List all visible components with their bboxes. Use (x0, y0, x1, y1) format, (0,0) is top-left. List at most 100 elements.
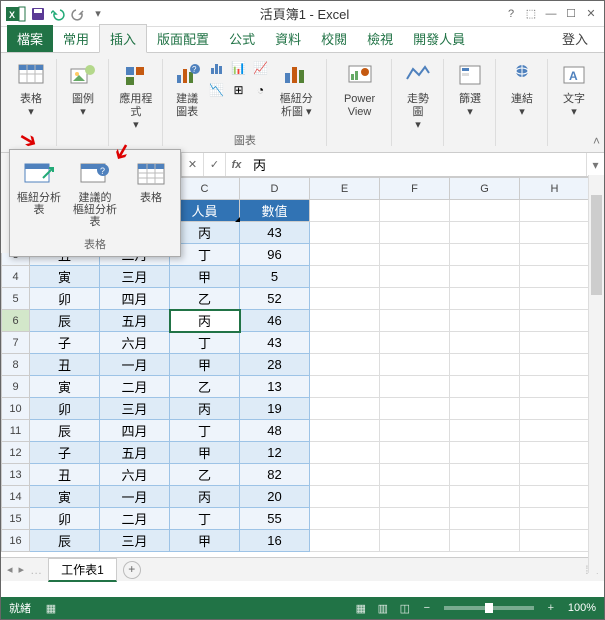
page-layout-view-icon[interactable]: ▥ (373, 600, 393, 616)
cell[interactable] (450, 244, 520, 266)
tab-view[interactable]: 檢視 (357, 25, 403, 52)
cell[interactable]: 46 (240, 310, 310, 332)
cell[interactable]: 丁 (170, 420, 240, 442)
tab-developer[interactable]: 開發人員 (403, 25, 475, 52)
row-header[interactable]: 16 (2, 530, 30, 552)
cell[interactable]: 卯 (30, 288, 100, 310)
cell[interactable]: 辰 (30, 310, 100, 332)
cell[interactable] (520, 222, 590, 244)
cell[interactable] (520, 530, 590, 552)
cell[interactable]: 甲 (170, 266, 240, 288)
cell[interactable] (380, 288, 450, 310)
cell[interactable] (450, 420, 520, 442)
cell[interactable] (520, 244, 590, 266)
links-button[interactable]: 連結▾ (502, 57, 542, 121)
cell[interactable] (310, 530, 380, 552)
minimize-icon[interactable]: — (542, 5, 560, 23)
active-cell[interactable]: 丙 (170, 310, 240, 332)
cell[interactable]: 55 (240, 508, 310, 530)
qat-customize-icon[interactable]: ▾ (89, 5, 107, 23)
formula-input[interactable]: 丙 (247, 155, 586, 174)
chart-small-3-icon[interactable]: 📈 (251, 58, 271, 78)
pivot-chart-button[interactable]: 樞紐分析圖 ▾ (272, 57, 322, 121)
cell[interactable] (310, 332, 380, 354)
cell[interactable]: 四月 (100, 288, 170, 310)
tab-pagelayout[interactable]: 版面配置 (147, 25, 219, 52)
tab-review[interactable]: 校閱 (311, 25, 357, 52)
cell[interactable] (520, 266, 590, 288)
cell[interactable] (450, 508, 520, 530)
accept-formula-button[interactable]: ✓ (203, 153, 225, 176)
cell[interactable]: 三月 (100, 530, 170, 552)
cell[interactable]: 5 (240, 266, 310, 288)
cell[interactable] (310, 288, 380, 310)
close-icon[interactable]: ✕ (582, 5, 600, 23)
cell[interactable]: 乙 (170, 464, 240, 486)
cell[interactable]: 六月 (100, 464, 170, 486)
cell[interactable] (450, 266, 520, 288)
cell[interactable] (450, 398, 520, 420)
row-header[interactable]: 7 (2, 332, 30, 354)
cell[interactable] (380, 354, 450, 376)
cell[interactable] (310, 266, 380, 288)
cell[interactable]: 甲 (170, 354, 240, 376)
collapse-ribbon-icon[interactable]: ˄ (593, 134, 600, 148)
apps-button[interactable]: 應用程式▾ (115, 57, 157, 134)
cell[interactable] (450, 354, 520, 376)
recommended-charts-button[interactable]: ? 建議圖表 (169, 57, 206, 121)
cell[interactable] (380, 266, 450, 288)
recommended-pivot-button[interactable]: ? 建議的樞紐分析表 (69, 154, 121, 230)
cell[interactable] (310, 354, 380, 376)
cell[interactable] (450, 486, 520, 508)
cell[interactable]: 甲 (170, 530, 240, 552)
cell[interactable]: 丑 (30, 464, 100, 486)
cell[interactable] (380, 310, 450, 332)
pivot-table-button[interactable]: 樞紐分析表 (13, 154, 65, 230)
cell[interactable]: 卯 (30, 508, 100, 530)
cell[interactable]: 16 (240, 530, 310, 552)
ribbon-options-icon[interactable]: ⬚ (522, 5, 540, 23)
cell[interactable] (450, 442, 520, 464)
cell[interactable]: 寅 (30, 376, 100, 398)
expand-formula-icon[interactable]: ▾ (586, 153, 604, 176)
macro-record-icon[interactable]: ▦ (41, 600, 61, 616)
zoom-level[interactable]: 100% (568, 602, 596, 614)
cell[interactable] (310, 398, 380, 420)
cell[interactable] (450, 288, 520, 310)
row-header[interactable]: 9 (2, 376, 30, 398)
cell[interactable] (520, 376, 590, 398)
redo-icon[interactable] (69, 5, 87, 23)
tab-file[interactable]: 檔案 (7, 25, 53, 52)
chart-small-5-icon[interactable]: ⊞ (229, 80, 249, 100)
row-header[interactable]: 13 (2, 464, 30, 486)
maximize-icon[interactable]: ☐ (562, 5, 580, 23)
help-icon[interactable]: ? (502, 5, 520, 23)
cell[interactable] (380, 530, 450, 552)
cell[interactable]: 12 (240, 442, 310, 464)
cell[interactable]: 子 (30, 332, 100, 354)
col-header-D[interactable]: D (240, 178, 310, 200)
row-header[interactable]: 10 (2, 398, 30, 420)
tab-insert[interactable]: 插入 (99, 24, 147, 53)
cell[interactable] (380, 332, 450, 354)
cancel-formula-button[interactable]: ✕ (181, 153, 203, 176)
cell[interactable]: 96 (240, 244, 310, 266)
page-break-view-icon[interactable]: ◫ (395, 600, 415, 616)
filter-button[interactable]: 篩選▾ (450, 57, 490, 121)
cell[interactable] (380, 508, 450, 530)
cell[interactable]: 一月 (100, 354, 170, 376)
row-header[interactable]: 6 (2, 310, 30, 332)
row-header[interactable]: 5 (2, 288, 30, 310)
cell[interactable] (450, 530, 520, 552)
cell[interactable]: 辰 (30, 530, 100, 552)
cell[interactable] (450, 464, 520, 486)
cell[interactable] (520, 332, 590, 354)
sparkline-button[interactable]: 走勢圖▾ (398, 57, 438, 134)
cell[interactable]: 丑 (30, 354, 100, 376)
cell[interactable]: 六月 (100, 332, 170, 354)
undo-icon[interactable] (49, 5, 67, 23)
chart-small-4-icon[interactable]: 📉 (207, 80, 227, 100)
row-header[interactable]: 8 (2, 354, 30, 376)
insert-function-button[interactable]: fx (225, 153, 247, 176)
tab-formulas[interactable]: 公式 (219, 25, 265, 52)
